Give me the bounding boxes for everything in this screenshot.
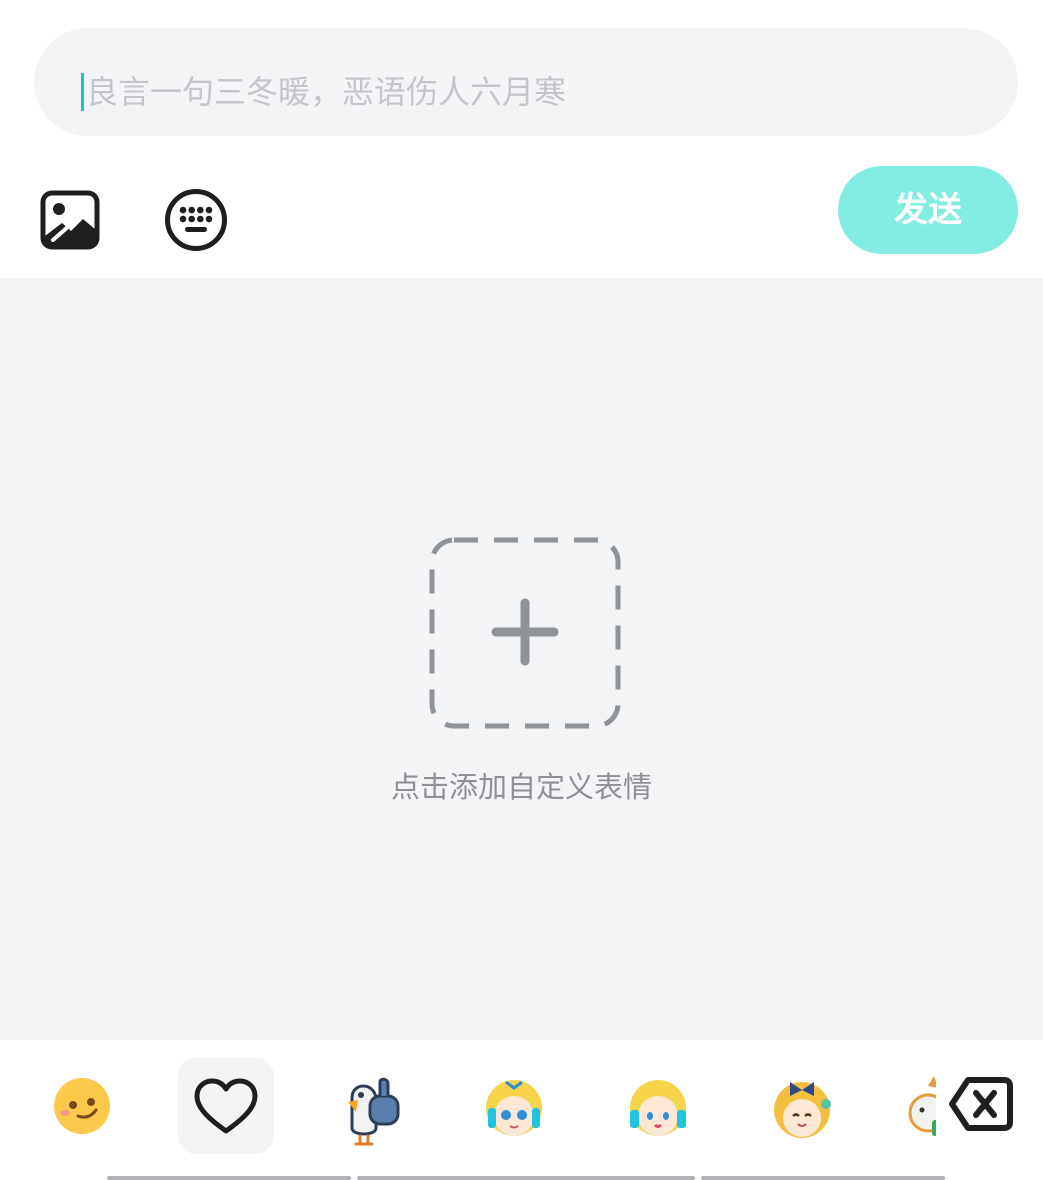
anime-girl-bow-sticker bbox=[774, 1082, 831, 1138]
tab-smiley[interactable] bbox=[34, 1058, 130, 1154]
tab-anime-stickers-1[interactable] bbox=[466, 1058, 562, 1154]
tab-scroll-indicator-3 bbox=[701, 1176, 945, 1180]
message-input[interactable]: 良言一句三冬暖，恶语伤人六月寒 bbox=[34, 28, 1018, 136]
tab-scroll-indicator-2 bbox=[357, 1176, 695, 1180]
message-input-placeholder: 良言一句三冬暖，恶语伤人六月寒 bbox=[86, 73, 567, 111]
custom-sticker-panel: 点击添加自定义表情 bbox=[0, 278, 1043, 1040]
add-custom-sticker-button[interactable] bbox=[429, 537, 621, 729]
anime-girl-sticker-1 bbox=[486, 1080, 542, 1136]
bird-thumbs-up-sticker bbox=[348, 1077, 400, 1146]
smiley-face-icon bbox=[54, 1078, 110, 1134]
shiba-sticker bbox=[908, 1076, 936, 1136]
tab-anime-bow-stickers[interactable] bbox=[754, 1058, 850, 1154]
tab-bird-stickers[interactable] bbox=[322, 1058, 418, 1154]
add-custom-sticker-label: 点击添加自定义表情 bbox=[390, 770, 652, 804]
heart-icon bbox=[194, 1078, 258, 1134]
keyboard-icon[interactable] bbox=[164, 188, 228, 252]
emoji-tab-bar bbox=[0, 1040, 1043, 1180]
tab-favorites[interactable] bbox=[178, 1058, 274, 1154]
tab-shiba-stickers[interactable] bbox=[898, 1058, 936, 1154]
tab-scroll-indicator-1 bbox=[107, 1176, 351, 1180]
send-button[interactable]: 发送 bbox=[838, 166, 1018, 254]
tab-anime-stickers-2[interactable] bbox=[610, 1058, 706, 1154]
text-caret bbox=[81, 73, 84, 111]
anime-girl-sticker-2 bbox=[630, 1080, 686, 1136]
image-icon[interactable] bbox=[40, 190, 100, 250]
backspace-icon[interactable] bbox=[948, 1076, 1014, 1132]
